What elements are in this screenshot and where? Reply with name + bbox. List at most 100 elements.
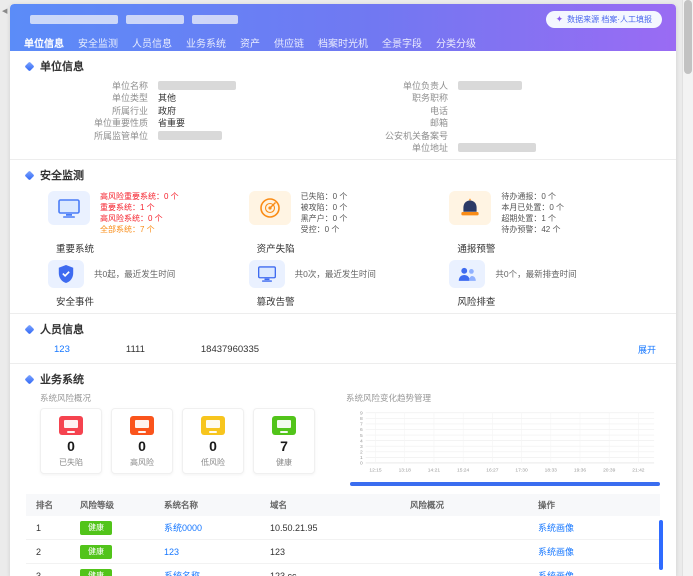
stat-line: 待办预警：42 个 (501, 224, 564, 235)
section-diamond-icon (25, 61, 35, 71)
unit-info-form: 单位名称 单位类型其他 所属行业政府 单位重要性质省重要 所属监管单位 单位负责… (54, 79, 660, 159)
personnel-row: 123 1111 18437960335 展开 (54, 343, 656, 356)
svg-text:9: 9 (360, 411, 363, 417)
section-title-unit-info: 单位信息 (40, 58, 84, 74)
expand-link[interactable]: 展开 (638, 343, 656, 356)
card-caption: 通报预警 (457, 241, 650, 255)
chart-scrollbar[interactable] (350, 482, 660, 486)
svg-text:8: 8 (360, 416, 363, 422)
card-caption: 资产失陷 (257, 241, 450, 255)
section-diamond-icon (25, 374, 35, 384)
page-scrollbar-thumb[interactable] (684, 0, 692, 74)
card-summary: 共0起，最近发生时间 (94, 268, 175, 280)
col-risk-level: 风险等级 (80, 499, 164, 511)
svg-text:14:21: 14:21 (428, 468, 441, 474)
card-caption: 风险排查 (457, 294, 650, 308)
svg-text:12:15: 12:15 (369, 468, 382, 474)
data-source-label: 数据来源 档案·人工填报 (567, 14, 652, 25)
security-card-risk-check: 共0个，最新排查时间 风险排查 (449, 260, 650, 311)
field-label: 单位负责人 (354, 79, 448, 92)
domain-cell: 123.cc (270, 571, 410, 576)
section-personnel: 人员信息 123 1111 18437960335 展开 (10, 313, 676, 356)
security-card-important-systems: 高风险重要系统：0 个 重要系统：1 个 高风险系统：0 个 全部系统：7 个 … (48, 191, 249, 258)
redacted-value (158, 131, 222, 140)
page-scrollbar[interactable] (682, 0, 693, 576)
field-value: 其他 (158, 91, 176, 104)
personnel-value: 1111 (126, 344, 145, 355)
security-card-asset-compromise: 已失陷：0 个 被攻陷：0 个 黑产户：0 个 受控：0 个 资产失陷 (249, 191, 450, 258)
trend-chart: 987654321012:1513:1814:2115:2416:2717:30… (350, 408, 660, 486)
monitor-icon (59, 416, 83, 435)
col-domain: 域名 (270, 499, 410, 511)
col-rank: 排名 (36, 499, 80, 511)
tab-assets[interactable]: 资产 (240, 35, 260, 55)
risk-stat-cards: 0 已失陷 0 高风险 0 低风险 7 健康 (40, 408, 340, 486)
tab-panorama-fields[interactable]: 全景字段 (382, 35, 422, 55)
svg-text:1: 1 (360, 455, 363, 461)
section-title-security: 安全监测 (40, 167, 84, 183)
tab-archive-timeline[interactable]: 档案时光机 (318, 35, 368, 55)
stat-value: 0 (138, 438, 146, 454)
stat-line: 受控：0 个 (301, 224, 348, 235)
stat-line: 已失陷：0 个 (301, 191, 348, 202)
tab-business-systems[interactable]: 业务系统 (186, 35, 226, 55)
system-profile-link[interactable]: 系统画像 (538, 569, 650, 576)
back-arrow[interactable]: ◀ (2, 7, 7, 15)
table-row: 2 健康 123 123 系统画像 (26, 540, 660, 564)
stat-line: 黑产户：0 个 (301, 213, 348, 224)
screen-icon (249, 260, 285, 288)
tab-unit-info[interactable]: 单位信息 (24, 35, 64, 55)
system-profile-link[interactable]: 系统画像 (538, 521, 650, 534)
field-label: 邮箱 (354, 116, 448, 129)
stat-line: 重要系统：1 个 (100, 202, 179, 213)
system-profile-link[interactable]: 系统画像 (538, 545, 650, 558)
svg-text:21:42: 21:42 (632, 468, 645, 474)
field-label: 公安机关备案号 (354, 129, 448, 142)
monitor-icon (130, 416, 154, 435)
svg-text:3: 3 (360, 444, 363, 450)
redacted-value (158, 81, 236, 90)
security-card-events: 共0起，最近发生时间 安全事件 (48, 260, 249, 311)
stat-value: 0 (209, 438, 217, 454)
svg-text:15:24: 15:24 (457, 468, 470, 474)
redacted-value (458, 81, 522, 90)
system-name-link[interactable]: 系统0000 (164, 521, 270, 534)
data-source-button[interactable]: ✦ 数据来源 档案·人工填报 (546, 11, 662, 28)
tab-supply-chain[interactable]: 供应链 (274, 35, 304, 55)
page-title-redacted (30, 15, 238, 24)
sparkle-icon: ✦ (556, 14, 564, 25)
stat-card-high-risk: 0 高风险 (111, 408, 173, 474)
shield-icon (48, 260, 84, 288)
table-row: 1 健康 系统0000 10.50.21.95 系统画像 (26, 516, 660, 540)
monitor-icon (201, 416, 225, 435)
section-title-personnel: 人员信息 (40, 321, 84, 337)
col-system-name: 系统名称 (164, 499, 270, 511)
card-summary: 共0个，最新排查时间 (495, 268, 576, 280)
table-scrollbar[interactable] (659, 520, 663, 570)
rank-cell: 1 (36, 523, 80, 533)
svg-text:16:27: 16:27 (486, 468, 499, 474)
tab-personnel[interactable]: 人员信息 (132, 35, 172, 55)
card-caption: 安全事件 (56, 294, 249, 308)
field-label: 单位地址 (354, 141, 448, 154)
stat-card-compromised: 0 已失陷 (40, 408, 102, 474)
svg-text:19:36: 19:36 (574, 468, 587, 474)
tab-classification[interactable]: 分类分级 (436, 35, 476, 55)
system-name-link[interactable]: 系统名称 (164, 569, 270, 576)
field-value: 省重要 (158, 116, 185, 129)
risk-trend-label: 系统风险变化趋势管理 (346, 392, 431, 404)
personnel-name-link[interactable]: 123 (54, 344, 70, 355)
header-banner: ✦ 数据来源 档案·人工填报 单位信息 安全监测 人员信息 业务系统 资产 供应… (10, 4, 676, 51)
field-label: 单位类型 (54, 91, 148, 104)
dashboard-card: ✦ 数据来源 档案·人工填报 单位信息 安全监测 人员信息 业务系统 资产 供应… (10, 4, 676, 576)
monitor-icon (48, 191, 90, 225)
field-label: 所属行业 (54, 104, 148, 117)
stat-label: 健康 (276, 457, 292, 468)
security-card-notifications: 待办通报：0 个 本月已处置：0 个 超期处置：1 个 待办预警：42 个 通报… (449, 191, 650, 258)
system-name-link[interactable]: 123 (164, 547, 270, 557)
risk-overview-label: 系统风险概况 (40, 392, 346, 404)
stat-line: 高风险系统：0 个 (100, 213, 179, 224)
svg-text:17:30: 17:30 (515, 468, 528, 474)
svg-text:0: 0 (360, 461, 363, 467)
tab-security-monitor[interactable]: 安全监测 (78, 35, 118, 55)
